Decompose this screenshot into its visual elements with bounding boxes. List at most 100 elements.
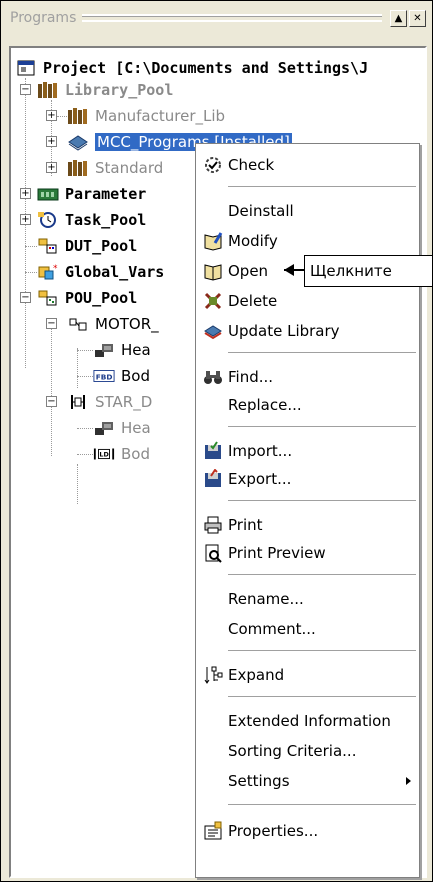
expand-toggle[interactable]: +	[46, 110, 57, 121]
expand-toggle[interactable]: +	[20, 188, 31, 199]
menu-separator	[228, 574, 416, 576]
expand-toggle[interactable]: +	[20, 214, 31, 225]
expand-toggle[interactable]: +	[46, 162, 57, 173]
open-book-icon	[202, 261, 224, 281]
menu-item-expand[interactable]: Expand	[196, 662, 419, 688]
dut-pool-icon	[37, 237, 59, 255]
menu-item-check[interactable]: Check	[196, 152, 419, 178]
menu-item-settings[interactable]: Settings	[196, 768, 419, 794]
global-vars-icon: *	[37, 263, 59, 281]
tree-item-motor-body[interactable]: FBD Bod	[93, 366, 150, 386]
tree-label-library-pool: Library_Pool	[65, 81, 174, 99]
menu-item-extended-information[interactable]: Extended Information	[196, 708, 419, 734]
submenu-arrow-icon	[406, 777, 411, 785]
header-icon	[93, 341, 115, 359]
export-icon	[202, 469, 224, 489]
menu-item-comment[interactable]: Comment...	[196, 616, 419, 642]
tree-item-motor-header[interactable]: Hea	[93, 340, 151, 360]
menu-separator	[228, 696, 416, 698]
tree-label-manufacturer-lib: Manufacturer_Lib	[95, 107, 226, 125]
tree-item-parameter[interactable]: Parameter	[37, 184, 146, 204]
menu-item-properties[interactable]: Properties...	[196, 818, 419, 844]
tree-label-root: Project [C:\Documents and Settings\J	[43, 59, 369, 77]
tree-line	[51, 320, 52, 456]
pou-icon	[67, 315, 89, 333]
modify-icon	[202, 231, 224, 251]
tree-item-motor[interactable]: MOTOR_	[67, 314, 159, 334]
menu-separator	[228, 804, 416, 806]
tree-line	[77, 348, 78, 388]
pou-pool-icon	[37, 289, 59, 307]
tree-line	[25, 246, 37, 247]
tree-item-global-vars[interactable]: * Global_Vars	[37, 262, 164, 282]
menu-separator	[228, 650, 416, 652]
tree-item-library-pool[interactable]: Library_Pool	[37, 80, 173, 100]
clock-icon	[37, 211, 59, 229]
project-icon	[15, 59, 37, 77]
tree-line	[77, 350, 93, 351]
menu-item-export[interactable]: Export...	[196, 466, 419, 492]
tree-line	[77, 376, 93, 377]
menu-separator	[228, 500, 416, 502]
minimize-button[interactable]: ▲	[390, 9, 407, 27]
binoculars-icon	[202, 367, 224, 387]
menu-item-find[interactable]: Find...	[196, 364, 419, 390]
fbd-icon: FBD	[93, 367, 115, 385]
import-icon	[202, 441, 224, 461]
menu-separator	[228, 186, 416, 188]
collapse-toggle[interactable]: −	[20, 292, 31, 303]
pou-icon	[67, 393, 89, 411]
menu-item-print[interactable]: Print	[196, 512, 419, 538]
close-button[interactable]: ✕	[409, 9, 426, 27]
menu-item-update-library[interactable]: Update Library	[196, 318, 419, 344]
context-menu: Check Deinstall Modify Open Delete Updat…	[195, 143, 420, 878]
tree-line	[77, 464, 78, 504]
tree-label-parameter: Parameter	[65, 185, 147, 203]
tree-label-star-header: Hea	[121, 419, 151, 437]
menu-separator	[228, 426, 416, 428]
library-icon	[67, 159, 89, 177]
menu-item-deinstall[interactable]: Deinstall	[196, 198, 419, 224]
collapse-toggle[interactable]: −	[46, 318, 57, 329]
menu-item-replace[interactable]: Replace...	[196, 392, 419, 418]
print-preview-icon	[202, 543, 224, 563]
collapse-toggle[interactable]: −	[20, 84, 31, 95]
menu-item-sorting-criteria[interactable]: Sorting Criteria...	[196, 738, 419, 764]
properties-icon	[202, 821, 224, 841]
svg-text:LD: LD	[99, 451, 108, 459]
menu-item-import[interactable]: Import...	[196, 438, 419, 464]
tree-item-manufacturer-lib[interactable]: Manufacturer_Lib	[67, 106, 225, 126]
parameter-icon	[37, 185, 59, 203]
tree-label-motor: MOTOR_	[95, 315, 159, 333]
menu-item-modify[interactable]: Modify	[196, 228, 419, 254]
tree-item-pou-pool[interactable]: POU_Pool	[37, 288, 137, 308]
delete-icon	[202, 291, 224, 311]
tree-item-standard[interactable]: Standard	[67, 158, 163, 178]
titlebar-grip[interactable]	[82, 14, 382, 22]
tree-label-dut-pool: DUT_Pool	[65, 237, 138, 255]
collapse-toggle[interactable]: −	[46, 396, 57, 407]
menu-item-print-preview[interactable]: Print Preview	[196, 540, 419, 566]
panel-titlebar[interactable]: Programs ▲ ✕	[6, 7, 426, 29]
tree-label-pou-pool: POU_Pool	[65, 289, 138, 307]
tree-item-task-pool[interactable]: Task_Pool	[37, 210, 146, 230]
update-library-icon	[202, 321, 224, 341]
tree-item-root[interactable]: Project [C:\Documents and Settings\J	[15, 58, 368, 78]
svg-text:FBD: FBD	[96, 373, 113, 382]
tree-label-standard: Standard	[95, 159, 164, 177]
tree-item-star-header[interactable]: Hea	[93, 418, 151, 438]
header-icon	[93, 419, 115, 437]
tree-line	[77, 454, 93, 455]
svg-text:*: *	[53, 264, 58, 274]
panel-title: Programs	[10, 10, 77, 26]
tree-item-dut-pool[interactable]: DUT_Pool	[37, 236, 137, 256]
tree-label-motor-body: Bod	[121, 367, 150, 385]
tree-item-star[interactable]: STAR_D	[67, 392, 152, 412]
expand-toggle[interactable]: +	[46, 136, 57, 147]
tree-label-star-body: Bod	[121, 445, 150, 463]
tree-item-star-body[interactable]: LD Bod	[93, 444, 150, 464]
check-icon	[202, 155, 224, 175]
library-pool-icon	[37, 81, 59, 99]
menu-item-rename[interactable]: Rename...	[196, 586, 419, 612]
menu-item-delete[interactable]: Delete	[196, 288, 419, 314]
